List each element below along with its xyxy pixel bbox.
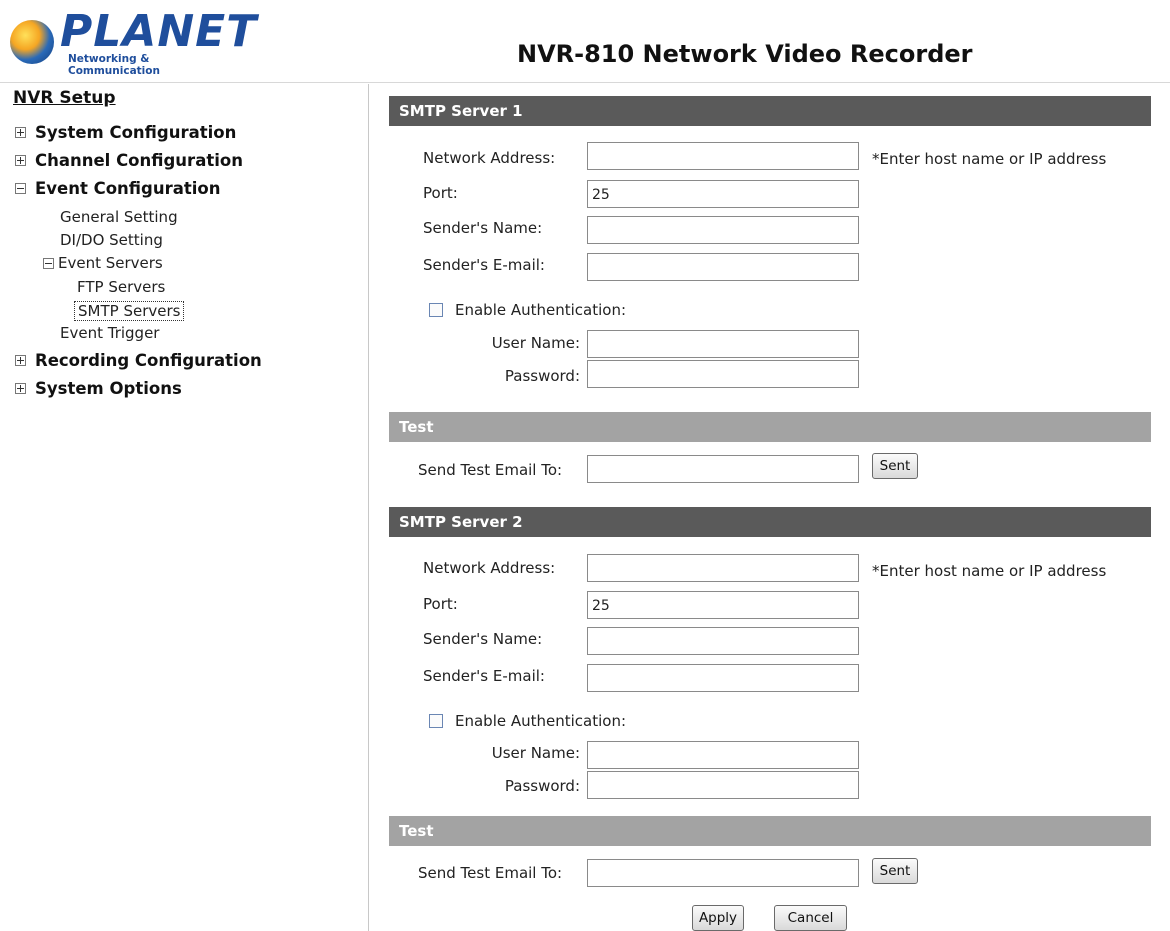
sidebar-item-channel-configuration[interactable]: Channel Configuration	[15, 151, 243, 170]
port-value: 25	[592, 598, 610, 614]
send-test-email-label: Send Test Email To:	[418, 864, 563, 882]
sender-name-input[interactable]	[587, 627, 859, 655]
sidebar-item-general-setting[interactable]: General Setting	[60, 208, 178, 226]
sender-email-input[interactable]	[587, 664, 859, 692]
sender-name-label: Sender's Name:	[423, 219, 543, 237]
network-address-label: Network Address:	[423, 149, 556, 167]
globe-icon	[10, 20, 54, 64]
sidebar-item-label: System Configuration	[35, 123, 237, 142]
apply-button[interactable]: Apply	[692, 905, 744, 931]
sender-email-label: Sender's E-mail:	[423, 256, 545, 274]
network-address-input[interactable]	[587, 142, 859, 170]
network-address-hint: *Enter host name or IP address	[872, 562, 1107, 580]
expand-icon[interactable]	[15, 383, 26, 394]
network-address-input[interactable]	[587, 554, 859, 582]
username-label: User Name:	[491, 334, 580, 352]
sidebar-item-ftp-servers[interactable]: FTP Servers	[77, 278, 165, 296]
sidebar-item-event-servers[interactable]: Event Servers	[43, 254, 163, 272]
sidebar-item-label: Recording Configuration	[35, 351, 262, 370]
cancel-button[interactable]: Cancel	[774, 905, 847, 931]
sender-name-label: Sender's Name:	[423, 630, 543, 648]
page-title-wrap: NVR-810 Network Video Recorder	[517, 40, 972, 68]
enable-authentication-checkbox[interactable]	[429, 714, 443, 728]
sidebar-item-event-trigger[interactable]: Event Trigger	[60, 324, 159, 342]
network-address-hint: *Enter host name or IP address	[872, 150, 1107, 168]
password-label: Password:	[504, 777, 580, 795]
port-label: Port:	[423, 595, 458, 613]
nvr-setup-link[interactable]: NVR Setup	[13, 88, 116, 108]
sender-name-input[interactable]	[587, 216, 859, 244]
send-test-email-input[interactable]	[587, 455, 859, 483]
sidebar-item-recording-configuration[interactable]: Recording Configuration	[15, 351, 262, 370]
page-title: NVR-810 Network Video Recorder	[517, 40, 973, 68]
username-input[interactable]	[587, 741, 859, 769]
planet-logo: PLANET Networking & Communication	[8, 6, 256, 77]
enable-authentication-checkbox[interactable]	[429, 303, 443, 317]
sidebar-item-dido-setting[interactable]: DI/DO Setting	[60, 231, 163, 249]
send-test-button[interactable]: Sent	[872, 453, 918, 479]
collapse-icon[interactable]	[43, 257, 54, 269]
expand-icon[interactable]	[15, 127, 26, 138]
expand-icon[interactable]	[15, 155, 26, 166]
enable-authentication-label: Enable Authentication:	[455, 712, 627, 730]
port-label: Port:	[423, 184, 458, 202]
send-test-email-label: Send Test Email To:	[418, 461, 563, 479]
sidebar-item-system-configuration[interactable]: System Configuration	[15, 123, 236, 142]
send-test-email-input[interactable]	[587, 859, 859, 887]
port-value: 25	[592, 187, 610, 203]
brand-name: PLANET	[60, 6, 258, 57]
port-input[interactable]: 25	[587, 180, 859, 208]
section-header-test-1: Test	[389, 412, 1151, 442]
send-test-button[interactable]: Sent	[872, 858, 918, 884]
brand-tagline: Networking & Communication	[68, 53, 160, 77]
sender-email-label: Sender's E-mail:	[423, 667, 545, 685]
sender-email-input[interactable]	[587, 253, 859, 281]
sidebar-item-event-configuration[interactable]: Event Configuration	[15, 179, 220, 198]
sidebar-item-label: Event Servers	[58, 254, 163, 272]
sidebar-item-label: System Options	[35, 379, 182, 398]
header-divider	[0, 82, 1170, 83]
sidebar-item-label: Event Configuration	[35, 179, 221, 198]
expand-icon[interactable]	[15, 355, 26, 366]
username-label: User Name:	[491, 744, 580, 762]
section-header-test-2: Test	[389, 816, 1151, 846]
username-input[interactable]	[587, 330, 859, 358]
enable-authentication-label: Enable Authentication:	[455, 301, 627, 319]
collapse-icon[interactable]	[15, 183, 26, 194]
sidebar-item-smtp-servers[interactable]: SMTP Servers	[74, 301, 185, 321]
sidebar-item-system-options[interactable]: System Options	[15, 379, 182, 398]
section-header-smtp-server-1: SMTP Server 1	[389, 96, 1151, 126]
port-input[interactable]: 25	[587, 591, 859, 619]
password-input[interactable]	[587, 360, 859, 388]
password-input[interactable]	[587, 771, 859, 799]
network-address-label: Network Address:	[423, 559, 556, 577]
section-header-smtp-server-2: SMTP Server 2	[389, 507, 1151, 537]
sidebar-item-label: Channel Configuration	[35, 151, 243, 170]
password-label: Password:	[504, 367, 580, 385]
sidebar-divider	[368, 84, 369, 931]
